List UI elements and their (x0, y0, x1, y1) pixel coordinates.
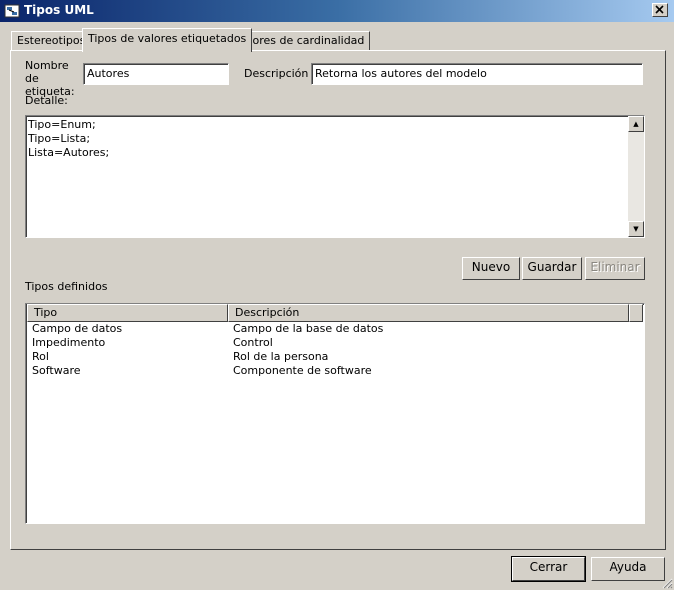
tab-estereotipos[interactable]: Estereotipos (11, 31, 92, 51)
defined-types-list[interactable]: Tipo Descripción Campo de datos Campo de… (25, 303, 645, 524)
cell-description: Control (233, 336, 273, 349)
chevron-up-icon: ▲ (633, 120, 639, 128)
close-button[interactable]: Cerrar (511, 556, 586, 582)
cell-description: Rol de la persona (233, 350, 329, 363)
column-header-description[interactable]: Descripción (228, 304, 629, 322)
cell-type: Campo de datos (32, 322, 123, 335)
tab-label: Valores de cardinalidad (236, 34, 365, 47)
detail-line: Tipo=Lista; (28, 132, 91, 145)
window-title: Tipos UML (24, 3, 94, 17)
delete-button[interactable]: Eliminar (585, 257, 645, 280)
tab-panel: Nombre de etiqueta: Autores Descripción … (10, 50, 666, 550)
resize-grip-icon[interactable] (661, 577, 673, 589)
scroll-down-button[interactable]: ▼ (628, 221, 644, 237)
tab-label: Estereotipos (17, 34, 86, 47)
cell-type: Rol (32, 350, 49, 363)
defined-types-label: Tipos definidos (25, 280, 108, 293)
detail-label: Detalle: (25, 94, 68, 107)
cell-description: Campo de la base de datos (233, 322, 384, 335)
cell-type: Software (32, 364, 81, 377)
detail-scrollbar[interactable]: ▲ ▼ (628, 116, 644, 237)
cell-description: Componente de software (233, 364, 372, 377)
column-header-type[interactable]: Tipo (27, 304, 228, 322)
save-button[interactable]: Guardar (522, 257, 582, 280)
tab-tipos-valores-etiquetados[interactable]: Tipos de valores etiquetados (82, 28, 253, 52)
tab-label: Tipos de valores etiquetados (88, 32, 247, 45)
chevron-down-icon: ▼ (633, 225, 639, 233)
detail-line: Tipo=Enum; (28, 118, 96, 131)
column-header-filler (629, 304, 643, 322)
close-icon (655, 5, 664, 14)
tag-name-label: Nombre de etiqueta: (25, 59, 75, 98)
help-button[interactable]: Ayuda (591, 557, 665, 581)
tag-name-input[interactable]: Autores (83, 63, 229, 85)
detail-textarea[interactable]: Tipo=Enum; Tipo=Lista; Lista=Autores; ▲ … (25, 115, 645, 238)
cell-type: Impedimento (32, 336, 106, 349)
title-bar: Tipos UML (0, 0, 674, 22)
detail-line: Lista=Autores; (28, 146, 110, 159)
close-window-button[interactable] (652, 3, 668, 17)
app-icon (4, 4, 20, 18)
new-button[interactable]: Nuevo (462, 257, 520, 280)
scroll-up-button[interactable]: ▲ (628, 116, 644, 132)
description-label: Descripción (244, 67, 309, 80)
description-input[interactable]: Retorna los autores del modelo (311, 63, 643, 85)
